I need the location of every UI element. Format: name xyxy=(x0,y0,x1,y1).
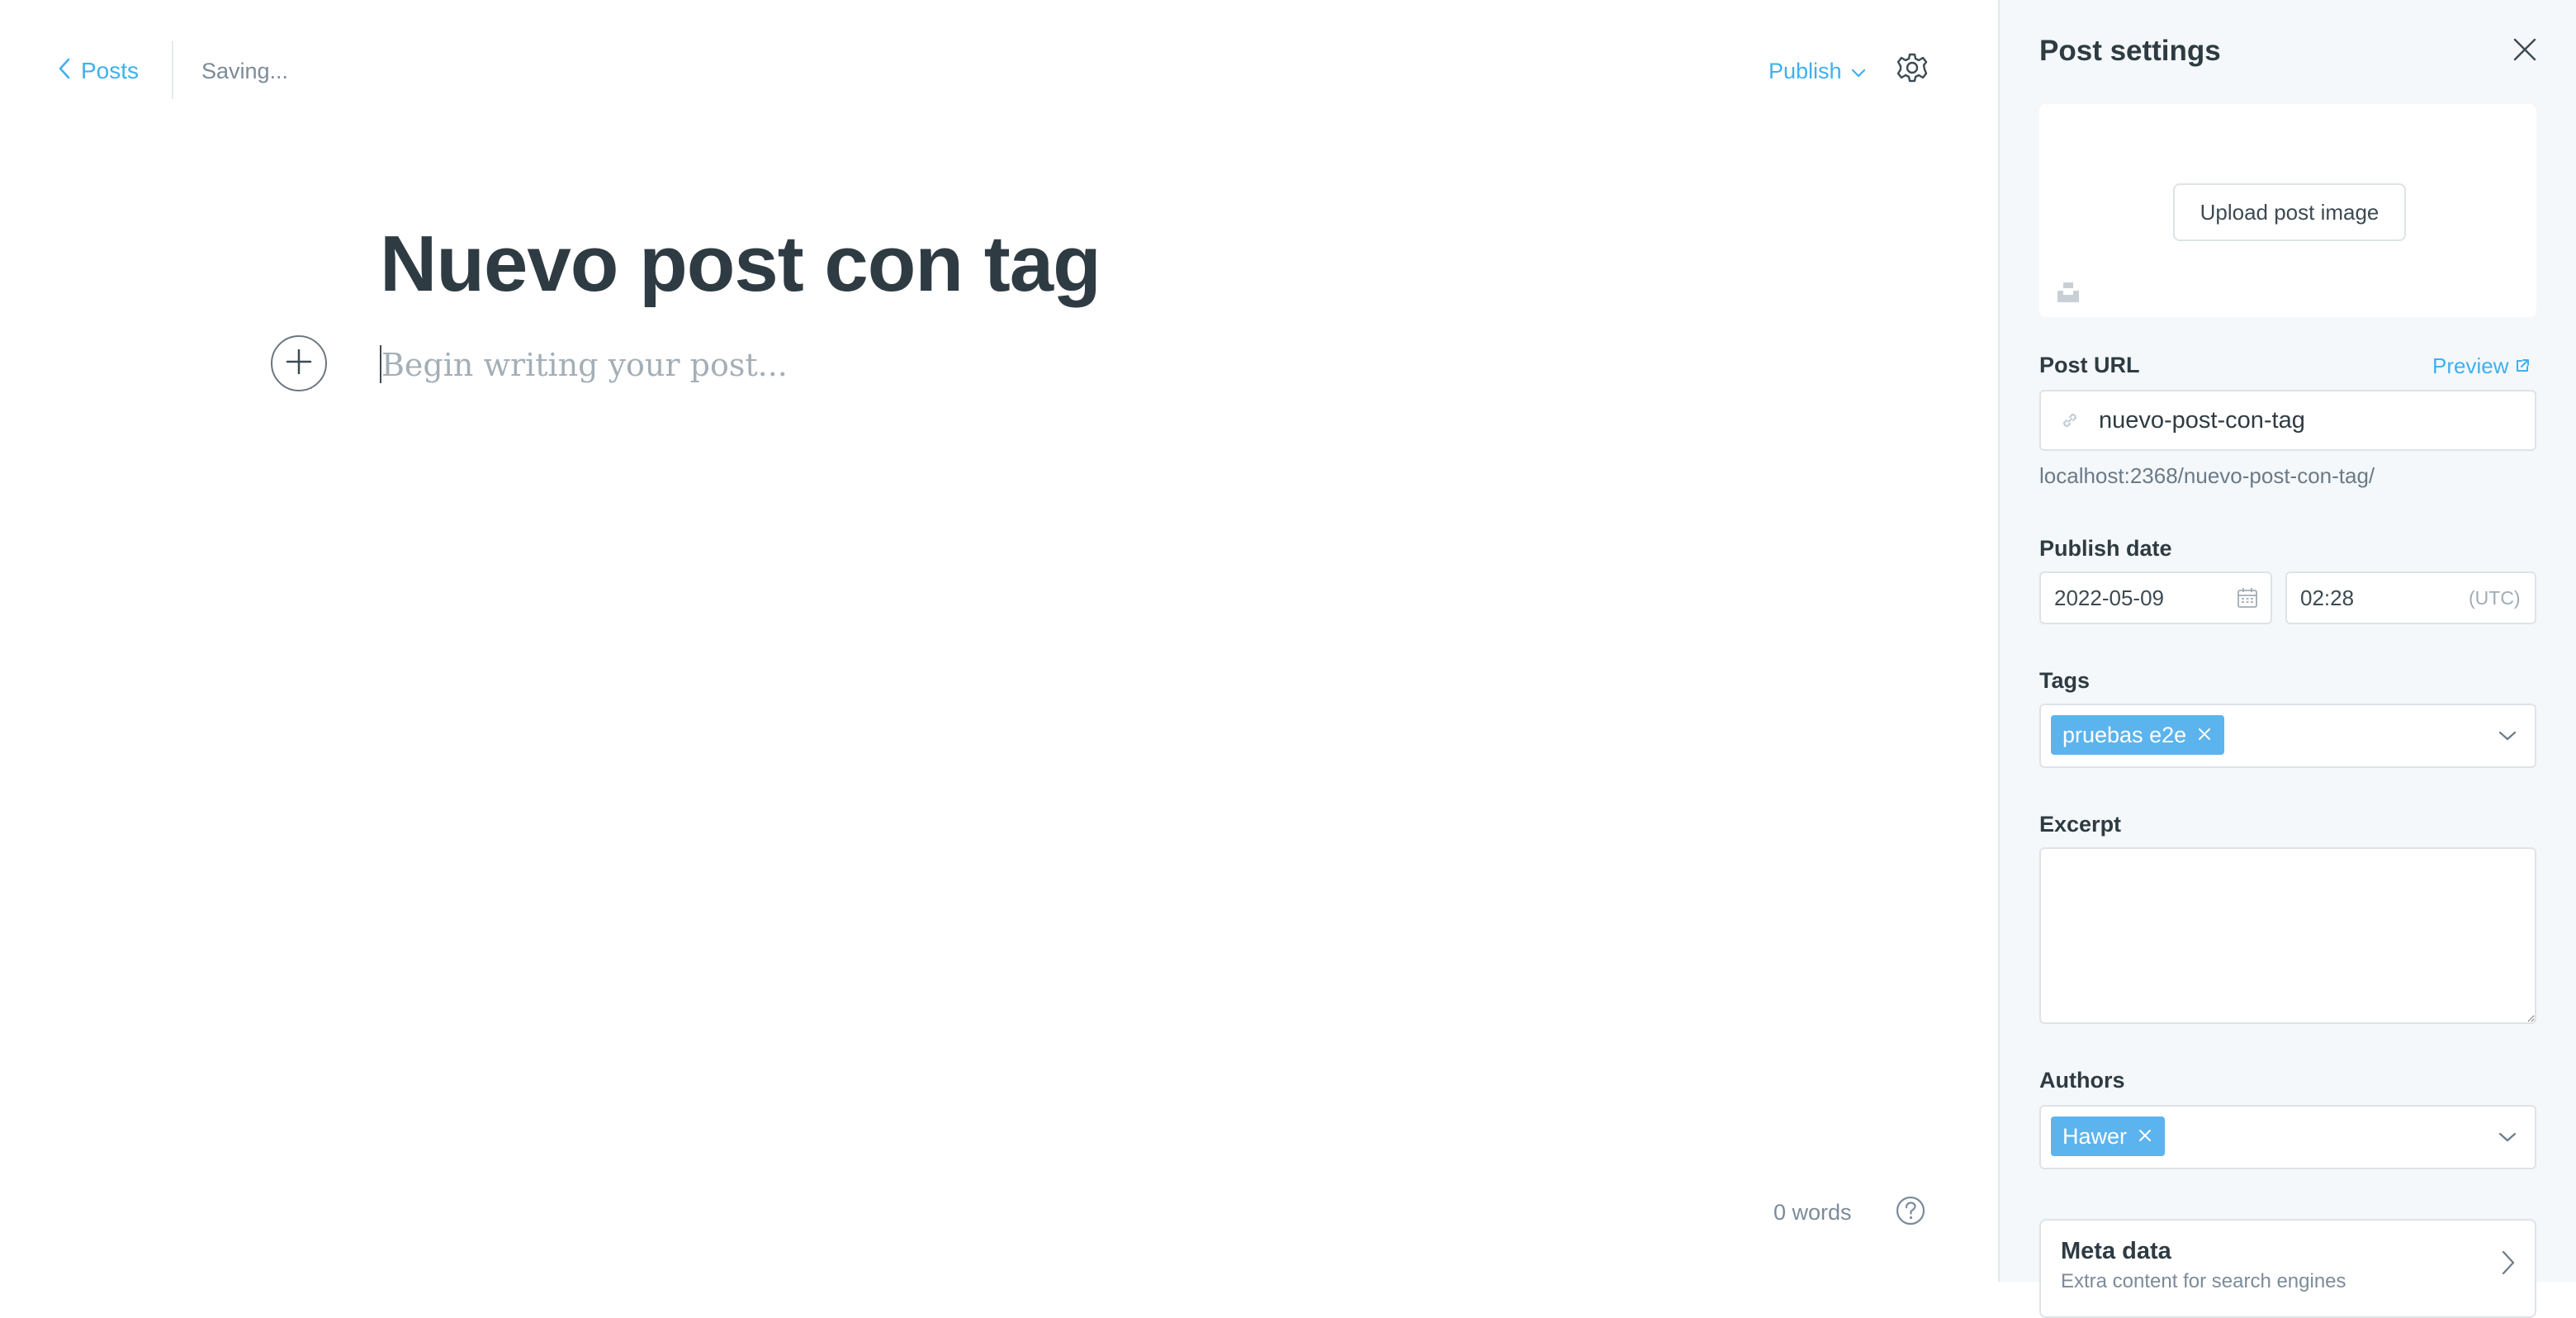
help-button[interactable] xyxy=(1894,1194,1927,1227)
post-url-full: localhost:2368/nuevo-post-con-tag/ xyxy=(2039,463,2375,488)
authors-label: Authors xyxy=(2039,1068,2125,1093)
meta-data-title: Meta data xyxy=(2061,1238,2171,1264)
gear-icon xyxy=(1896,53,1929,88)
remove-tag-button[interactable] xyxy=(2196,723,2213,748)
question-circle-icon xyxy=(1894,1196,1927,1230)
preview-label: Preview xyxy=(2432,353,2509,378)
post-url-value[interactable]: nuevo-post-con-tag xyxy=(2099,390,2305,451)
post-title[interactable]: Nuevo post con tag xyxy=(380,215,1101,314)
publish-time-value[interactable]: 02:28 xyxy=(2300,571,2354,624)
timezone-label: (UTC) xyxy=(2469,586,2521,609)
plus-icon xyxy=(285,348,313,380)
settings-toggle-button[interactable] xyxy=(1896,51,1929,84)
save-status: Saving... xyxy=(201,58,289,83)
close-icon xyxy=(2137,1124,2153,1150)
close-icon xyxy=(2512,38,2538,66)
close-icon xyxy=(2196,723,2213,748)
tag-chip: pruebas e2e xyxy=(2051,715,2225,755)
back-link-label: Posts xyxy=(81,58,140,83)
publish-menu-button[interactable]: Publish xyxy=(1769,53,1867,89)
tags-label: Tags xyxy=(2039,668,2091,693)
toolbar-divider xyxy=(172,41,173,99)
calendar-icon[interactable] xyxy=(2236,586,2259,609)
author-chip-label: Hawer xyxy=(2062,1123,2128,1149)
chevron-down-icon[interactable] xyxy=(2497,1130,2518,1145)
preview-link[interactable]: Preview xyxy=(2432,352,2530,380)
publish-label: Publish xyxy=(1769,58,1842,83)
post-url-label: Post URL xyxy=(2039,353,2140,377)
chevron-down-icon xyxy=(1850,59,1867,84)
tag-chip-label: pruebas e2e xyxy=(2062,722,2187,747)
link-icon xyxy=(2059,410,2081,431)
external-link-icon xyxy=(2515,352,2530,380)
excerpt-textarea[interactable] xyxy=(2039,847,2536,1024)
publish-date-value[interactable]: 2022-05-09 xyxy=(2054,571,2164,624)
close-settings-button[interactable] xyxy=(2512,36,2538,63)
author-chip: Hawer xyxy=(2051,1117,2166,1156)
excerpt-label: Excerpt xyxy=(2039,812,2122,837)
remove-author-button[interactable] xyxy=(2137,1124,2153,1150)
upload-image-button[interactable]: Upload post image xyxy=(2173,183,2406,241)
chevron-left-icon xyxy=(56,57,73,86)
chevron-down-icon[interactable] xyxy=(2497,728,2518,743)
panel-title: Post settings xyxy=(2039,35,2221,67)
publish-date-label: Publish date xyxy=(2039,536,2172,561)
add-card-button[interactable] xyxy=(271,335,327,391)
post-body-editor[interactable]: Begin writing your post... xyxy=(381,340,1620,390)
back-to-posts-link[interactable]: Posts xyxy=(56,53,139,89)
word-count: 0 words xyxy=(1773,1200,1852,1225)
chevron-right-icon xyxy=(2500,1249,2517,1277)
meta-data-subtitle: Extra content for search engines xyxy=(2061,1270,2346,1292)
unsplash-icon[interactable] xyxy=(2056,279,2081,304)
